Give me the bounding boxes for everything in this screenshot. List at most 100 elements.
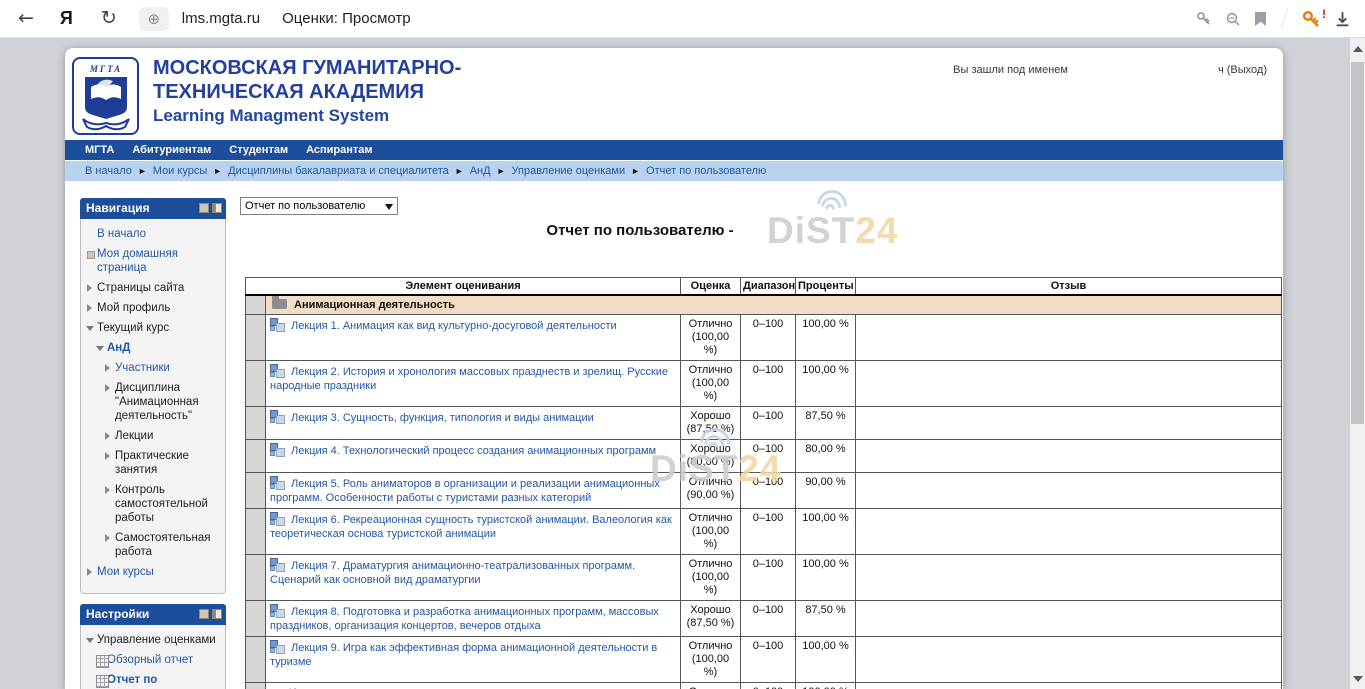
sidebar-item-label: Самостоятельная работа [115,531,221,559]
block-dock-icon[interactable] [212,609,222,619]
breadcrumb-link[interactable]: Дисциплины бакалавриата и специалитета [228,165,449,177]
table-row: Лекция 2. История и хронология массовых … [246,361,1282,407]
sidebar-item[interactable]: Обзорный отчет [97,653,221,667]
breadcrumb: В начало ► Мои курсы ► Дисциплины бакалавриа… [65,161,1283,181]
table-row: Лекция 6. Рекреационная сущность туристс… [246,509,1282,555]
breadcrumb-link[interactable]: АнД [470,165,491,177]
sidebar-item-label[interactable]: Мои курсы [97,565,154,579]
back-button[interactable]: ← [18,9,34,28]
collapsed-marker-icon[interactable] [105,483,115,525]
sidebar-item[interactable]: АнД [97,341,221,355]
academy-title-line2: ТЕХНИЧЕСКАЯ АКАДЕМИЯ [153,81,424,104]
breadcrumb-link[interactable]: Отчет по пользователю [646,165,766,177]
sidebar-item-label[interactable]: Участники [115,361,170,375]
breadcrumb-separator: ► [497,166,506,176]
table-row: Лекция 9. Игра как эффективная форма ани… [246,637,1282,683]
sidebar-item-label: Практические занятия [115,449,221,477]
top-nav: МГТА Абитуриентам Студентам Аспирантам [65,140,1283,160]
nav-item-абитуриентам[interactable]: Абитуриентам [132,144,211,156]
scroll-down-arrow[interactable] [1353,676,1363,682]
url-text[interactable]: lms.mgta.ru [182,10,260,27]
password-manager-icon[interactable]: ! [1302,10,1321,29]
col-header-range: Диапазон [741,278,796,296]
grades-table: Элемент оценивания Оценка Диапазон Проце… [245,277,1282,689]
collapsed-marker-icon[interactable] [105,361,115,375]
settings-block-body: Управление оценками Обзорный отчет Отчет п… [80,625,226,689]
collapsed-marker-icon[interactable] [105,531,115,559]
sidebar-item[interactable]: Участники [105,361,221,375]
grade-item-link[interactable]: Лекция 9. Игра как эффективная форма ани… [270,642,657,668]
vertical-scrollbar[interactable] [1350,38,1365,689]
grade-feedback [856,361,1282,407]
collapsed-marker-icon[interactable] [87,565,97,579]
report-type-select[interactable]: Отчет по пользователю [240,197,398,215]
grade-range: 0–100 [741,683,796,689]
yandex-logo[interactable]: Я [60,8,73,29]
scroll-up-arrow[interactable] [1353,46,1363,52]
grade-item-link[interactable]: Лекция 8. Подготовка и разработка анимац… [270,606,659,632]
expanded-marker-icon[interactable] [97,341,107,355]
collapsed-marker-icon[interactable] [87,281,97,295]
table-row: Лекция 8. Подготовка и разработка анимац… [246,601,1282,637]
grade-value: Хорошо(87,50 %) [681,407,741,440]
sidebar-item-label[interactable]: Отчет по пользователю [107,673,221,689]
nav-item-аспирантам[interactable]: Аспирантам [306,144,372,156]
sidebar-item[interactable]: Отчет по пользователю [97,673,221,689]
grade-item-link[interactable]: Лекция 7. Драматургия анимационно-театра… [270,560,635,586]
bullet-marker-icon [87,247,97,275]
grade-range: 0–100 [741,407,796,440]
block-dock-icon[interactable] [212,203,222,213]
collapsed-marker-icon[interactable] [87,301,97,315]
sidebar-item[interactable]: В начало [87,227,221,241]
breadcrumb-separator: ► [455,166,464,176]
block-collapse-icon[interactable] [199,203,209,213]
collapsed-marker-icon[interactable] [105,429,115,443]
lesson-icon [270,558,284,571]
expanded-marker-icon[interactable] [87,633,97,647]
sidebar-item-label[interactable]: Обзорный отчет [107,653,193,667]
grade-value: Отлично(100,00 %) [681,637,741,683]
sidebar-item-label[interactable]: АнД [107,341,130,355]
table-row: Лекция 7. Драматургия анимационно-театра… [246,555,1282,601]
download-icon[interactable] [1334,11,1351,28]
grade-item-link[interactable]: Лекция 1. Анимация как вид культурно-дос… [291,320,617,332]
sidebar-item: Текущий курс [87,321,221,335]
grade-percent: 90,00 % [796,473,856,509]
grade-range: 0–100 [741,601,796,637]
grade-range: 0–100 [741,315,796,361]
sidebar-item-label[interactable]: Моя домашняя страница [97,247,221,275]
grade-item-link[interactable]: Лекция 3. Сущность, функция, типология и… [291,412,594,424]
collapsed-marker-icon[interactable] [105,381,115,423]
nav-item-мгта[interactable]: МГТА [85,144,114,156]
site-icon[interactable]: ⊕ [139,7,169,31]
search-icon[interactable] [1225,11,1241,27]
grade-item-link[interactable]: Лекция 5. Роль аниматоров в организации … [270,478,660,504]
sidebar-item[interactable]: Моя домашняя страница [87,247,221,275]
nav-item-студентам[interactable]: Студентам [229,144,288,156]
navigation-block: Навигация В началоМоя домашняя страницаС… [80,198,226,594]
breadcrumb-link[interactable]: Мои курсы [153,165,207,177]
sidebar-item[interactable]: Мои курсы [87,565,221,579]
scrollbar-thumb[interactable] [1351,62,1364,424]
refresh-button[interactable]: ↻ [101,9,117,28]
sidebar-item: Управление оценками [87,633,221,647]
bookmark-icon[interactable] [1254,12,1267,27]
block-collapse-icon[interactable] [199,609,209,619]
grade-item-link[interactable]: Лекция 6. Рекреационная сущность туристс… [270,514,672,540]
grade-item-link[interactable]: Лекция 2. История и хронология массовых … [270,366,668,392]
settings-block: Настройки Управление оценками Обзорный от… [80,604,226,689]
breadcrumb-link[interactable]: Управление оценками [512,165,626,177]
grade-percent: 100,00 % [796,555,856,601]
settings-block-header: Настройки [80,604,226,625]
sidebar-item-label: Страницы сайта [97,281,184,295]
key-icon[interactable] [1196,11,1212,27]
grade-feedback [856,509,1282,555]
expanded-marker-icon[interactable] [87,321,97,335]
sidebar-item-label[interactable]: В начало [97,227,146,241]
logout-link[interactable]: ч (Выход) [1218,64,1267,76]
academy-logo: МГТА [72,57,139,135]
grade-item-link[interactable]: Лекция 4. Технологический процесс создан… [291,445,656,457]
breadcrumb-link[interactable]: В начало [85,165,132,177]
collapsed-marker-icon[interactable] [105,449,115,477]
category-row: Анимационная деятельность [246,295,1282,315]
